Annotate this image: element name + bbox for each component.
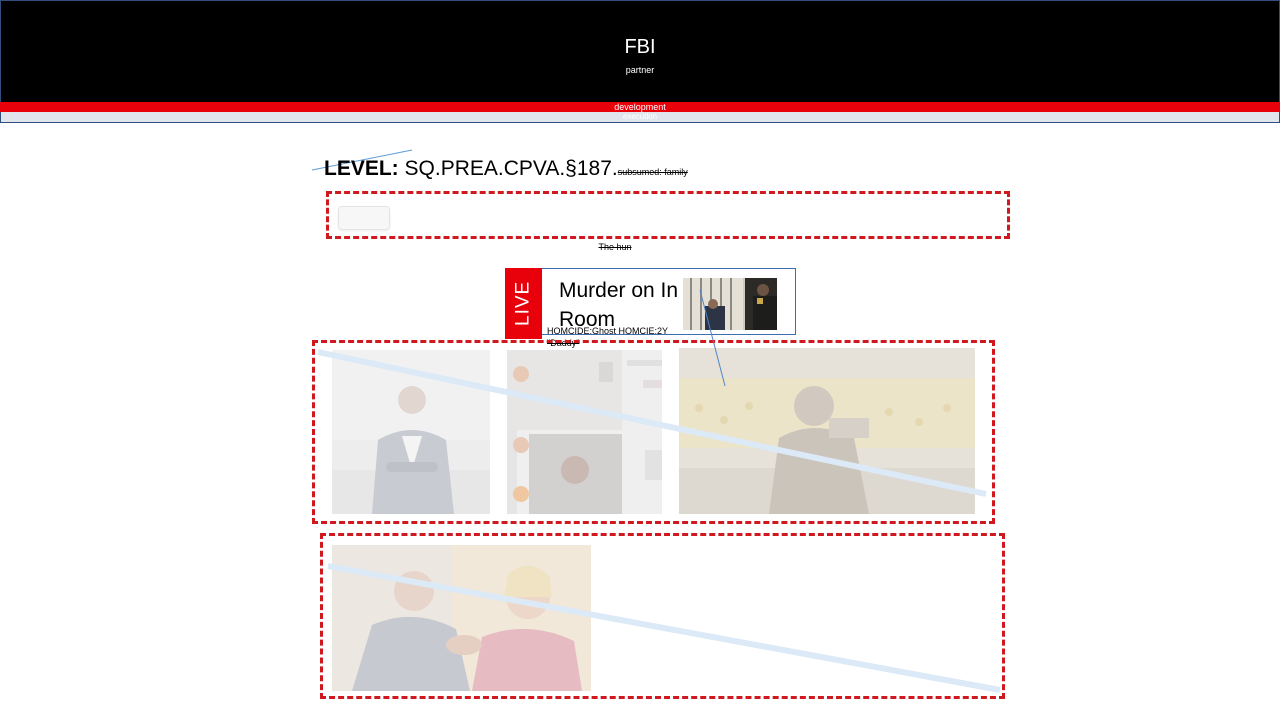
couple-photo[interactable]: [332, 545, 591, 691]
execution-bar: execution: [0, 112, 1280, 123]
stadium-figure-photo[interactable]: [679, 348, 975, 514]
live-meta: HOMCIDE:Ghost HOMCIE:2Y: [547, 326, 669, 336]
brand-title: FBI: [624, 36, 656, 58]
dashed-frame-top: [326, 191, 1010, 239]
strike-note: The hun: [598, 242, 632, 252]
live-thumbnail-image[interactable]: [683, 278, 777, 330]
level-note: subsumed: family: [617, 167, 688, 177]
development-bar: development: [0, 102, 1280, 112]
live-badge-label: LIVE: [512, 280, 534, 327]
level-code: SQ.PREA.CPVA.§187.: [404, 157, 618, 180]
man-in-suit-photo[interactable]: [332, 350, 490, 514]
brand-subtitle: partner: [625, 65, 655, 75]
screenshot-collage-photo[interactable]: [507, 350, 662, 514]
level-label: LEVEL:: [324, 157, 399, 180]
level-heading: LEVEL: SQ.PREA.CPVA.§187.subsumed: famil…: [324, 157, 688, 181]
blank-chip: [338, 206, 390, 230]
